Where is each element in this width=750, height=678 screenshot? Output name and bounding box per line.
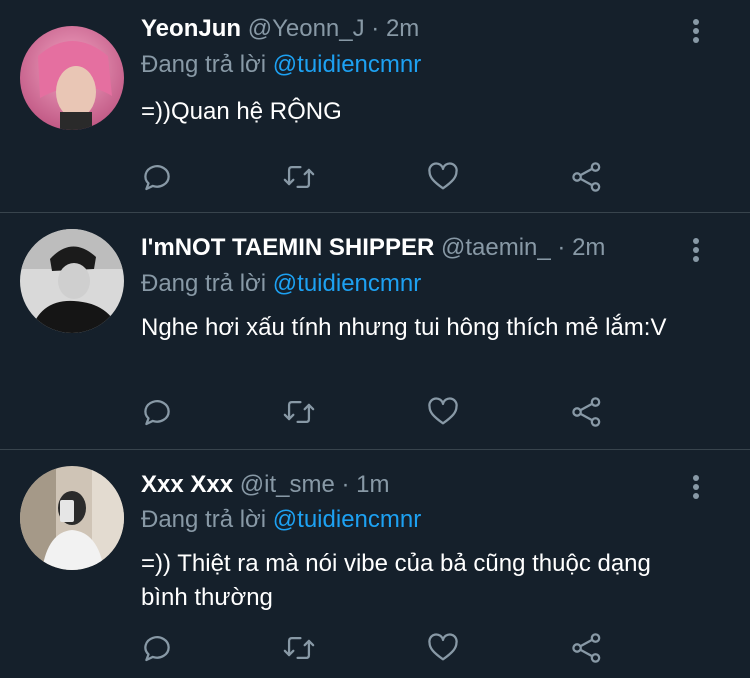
avatar[interactable] (20, 26, 124, 130)
timestamp[interactable]: 2m (386, 15, 419, 42)
separator-dot: · (557, 234, 566, 261)
action-bar (140, 631, 620, 671)
like-button[interactable] (426, 160, 466, 200)
user-handle[interactable]: @it_sme (240, 471, 335, 498)
tweet-text: =))Quan hệ RỘNG (141, 98, 342, 125)
separator-dot: · (341, 471, 350, 498)
avatar[interactable] (20, 229, 124, 333)
replying-to-label: Đang trả lời (141, 506, 267, 533)
share-button[interactable] (570, 160, 610, 200)
display-name[interactable]: Xxx Xxx (141, 471, 233, 498)
retweet-icon (283, 400, 315, 424)
mention-link[interactable]: @tuidiencmnr (273, 51, 421, 78)
timestamp[interactable]: 1m (356, 471, 389, 498)
heart-icon (428, 162, 458, 190)
reply-icon (144, 165, 170, 191)
display-name[interactable]: I'mNOT TAEMIN SHIPPER (141, 234, 434, 261)
more-options-icon[interactable] (684, 235, 708, 265)
retweet-icon (283, 636, 315, 660)
retweet-button[interactable] (282, 631, 322, 671)
like-button[interactable] (426, 395, 466, 435)
action-bar (140, 395, 620, 435)
display-name[interactable]: YeonJun (141, 15, 241, 42)
replying-to-label: Đang trả lời (141, 270, 267, 297)
more-options-icon[interactable] (684, 472, 708, 502)
tweet[interactable]: I'mNOT TAEMIN SHIPPER @taemin_ · 2m Đang… (0, 213, 750, 449)
reply-button[interactable] (140, 160, 180, 200)
more-options-icon[interactable] (684, 16, 708, 46)
tweet[interactable]: YeonJun @Yeonn_J · 2m Đang trả lời @tuid… (0, 0, 750, 212)
reply-icon (144, 636, 170, 662)
heart-icon (428, 633, 458, 661)
reply-button[interactable] (140, 631, 180, 671)
share-icon (572, 633, 601, 663)
heart-icon (428, 397, 458, 425)
share-icon (572, 397, 601, 427)
mention-link[interactable]: @tuidiencmnr (273, 270, 421, 297)
replying-to: Đang trả lời @tuidiencmnr (141, 50, 421, 80)
tweet-text: =)) Thiệt ra mà nói vibe của bả cũng thu… (141, 550, 651, 611)
like-button[interactable] (426, 631, 466, 671)
retweet-button[interactable] (282, 395, 322, 435)
retweet-button[interactable] (282, 160, 322, 200)
user-handle[interactable]: @taemin_ (441, 234, 551, 261)
retweet-icon (283, 165, 315, 189)
share-button[interactable] (570, 631, 610, 671)
tweet-header: Xxx Xxx @it_sme · 1m (141, 470, 390, 500)
tweet-text: Nghe hơi xấu tính nhưng tui hông thích m… (141, 314, 667, 341)
tweet-header: YeonJun @Yeonn_J · 2m (141, 14, 419, 44)
user-handle[interactable]: @Yeonn_J (248, 15, 365, 42)
share-button[interactable] (570, 395, 610, 435)
replying-to: Đang trả lời @tuidiencmnr (141, 505, 421, 535)
action-bar (140, 160, 620, 200)
replying-to-label: Đang trả lời (141, 51, 267, 78)
mention-link[interactable]: @tuidiencmnr (273, 506, 421, 533)
reply-button[interactable] (140, 395, 180, 435)
avatar[interactable] (20, 466, 124, 570)
tweet[interactable]: Xxx Xxx @it_sme · 1m Đang trả lời @tuidi… (0, 450, 750, 678)
separator-dot: · (371, 15, 380, 42)
tweet-header: I'mNOT TAEMIN SHIPPER @taemin_ · 2m (141, 233, 605, 263)
replying-to: Đang trả lời @tuidiencmnr (141, 269, 421, 299)
reply-icon (144, 400, 170, 426)
share-icon (572, 162, 601, 192)
timestamp[interactable]: 2m (572, 234, 605, 261)
